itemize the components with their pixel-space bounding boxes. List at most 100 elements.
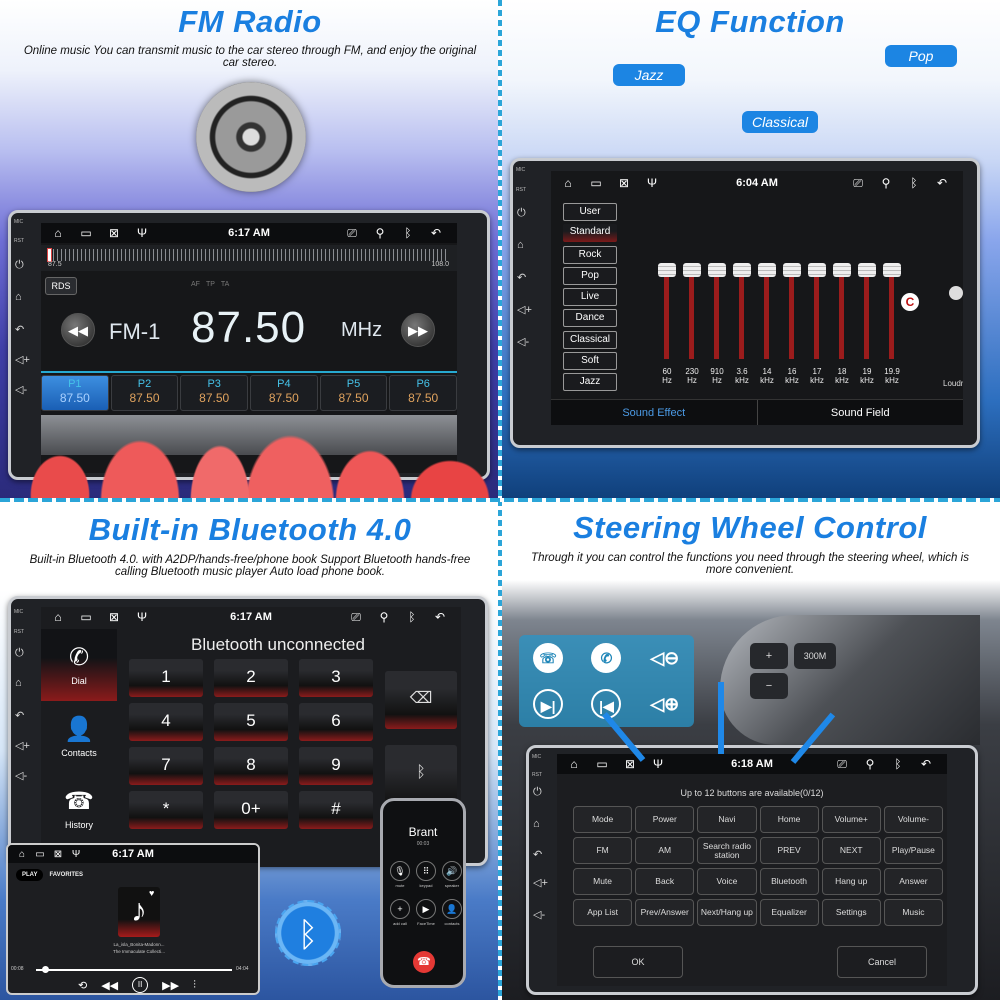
swc-function-equalizer[interactable]: Equalizer bbox=[759, 899, 819, 926]
nav-contacts[interactable]: 👤 Contacts bbox=[41, 701, 117, 773]
cancel-button[interactable]: Cancel bbox=[837, 946, 927, 978]
volume-down-icon[interactable]: ◁- bbox=[533, 908, 545, 921]
back-icon[interactable]: ↶ bbox=[427, 226, 445, 241]
phone-keypad-button[interactable]: ⠿ bbox=[416, 861, 436, 881]
close-app-icon[interactable]: ⊠ bbox=[615, 176, 633, 190]
back-icon[interactable]: ↶ bbox=[517, 271, 526, 284]
volume-up-icon[interactable]: ◁+ bbox=[15, 353, 30, 366]
equalizer-icon[interactable]: ⫶ bbox=[193, 979, 196, 992]
seek-back-button[interactable]: ◀◀ bbox=[61, 313, 95, 347]
swc-function-search-radio-station[interactable]: Search radio station bbox=[697, 837, 757, 864]
keypad-key[interactable]: 3 bbox=[299, 659, 373, 697]
cast-icon[interactable]: ⎚ bbox=[343, 226, 361, 241]
swc-function-power[interactable]: Power bbox=[635, 806, 695, 833]
rst-button[interactable]: RST bbox=[14, 238, 24, 244]
eq-preset-classical[interactable]: Classical bbox=[563, 330, 617, 349]
volume-down-icon[interactable]: ◁- bbox=[15, 769, 27, 782]
rst-button[interactable]: RST bbox=[14, 629, 24, 635]
slider-thumb[interactable] bbox=[658, 263, 676, 277]
ok-button[interactable]: OK bbox=[593, 946, 683, 978]
recent-apps-icon[interactable]: ▭ bbox=[77, 610, 95, 624]
keypad-key[interactable]: 8 bbox=[214, 747, 288, 785]
close-app-icon[interactable]: ⊠ bbox=[52, 849, 64, 860]
swc-function-volume-[interactable]: Volume- bbox=[883, 806, 943, 833]
home-icon[interactable]: ⌂ bbox=[517, 239, 524, 251]
home-icon[interactable]: ⌂ bbox=[49, 226, 67, 240]
swc-function-next[interactable]: NEXT bbox=[821, 837, 881, 864]
swc-function-fm[interactable]: FM bbox=[573, 837, 633, 864]
progress-handle[interactable] bbox=[41, 966, 49, 973]
eq-preset-rock[interactable]: Rock bbox=[563, 245, 617, 264]
slider-thumb[interactable] bbox=[783, 263, 801, 277]
repeat-icon[interactable]: ⟲ bbox=[78, 979, 87, 992]
swc-function-back[interactable]: Back bbox=[635, 868, 695, 895]
tuner-handle[interactable] bbox=[47, 248, 52, 262]
home-icon[interactable]: ⌂ bbox=[15, 291, 22, 303]
eq-preset-soft[interactable]: Soft bbox=[563, 352, 617, 371]
back-icon[interactable]: ↶ bbox=[431, 610, 449, 625]
backspace-button[interactable]: ⌫ bbox=[385, 671, 457, 729]
nav-dial[interactable]: ✆ Dial bbox=[41, 629, 117, 701]
rds-button[interactable]: RDS bbox=[45, 277, 77, 295]
close-app-icon[interactable]: ⊠ bbox=[621, 757, 639, 771]
loudness-reset-button[interactable]: C bbox=[901, 293, 919, 311]
slider-thumb[interactable] bbox=[758, 263, 776, 277]
close-app-icon[interactable]: ⊠ bbox=[105, 610, 123, 624]
swc-function-next-hang-up[interactable]: Next/Hang up bbox=[697, 899, 757, 926]
recent-apps-icon[interactable]: ▭ bbox=[77, 226, 95, 240]
eq-preset-pop[interactable]: Pop bbox=[563, 266, 617, 285]
back-icon[interactable]: ↶ bbox=[15, 709, 24, 722]
back-icon[interactable]: ↶ bbox=[933, 176, 951, 191]
volume-up-icon[interactable]: ◁+ bbox=[533, 876, 548, 889]
eq-preset-standard[interactable]: Standard bbox=[563, 224, 617, 243]
slider-thumb[interactable] bbox=[883, 263, 901, 277]
frequency-tuner[interactable]: 87.5 108.0 bbox=[41, 245, 457, 271]
home-icon[interactable]: ⌂ bbox=[16, 849, 28, 860]
slider-thumb[interactable] bbox=[708, 263, 726, 277]
slider-thumb[interactable] bbox=[858, 263, 876, 277]
phone-add-call-button[interactable]: + bbox=[390, 899, 410, 919]
keypad-key[interactable]: 4 bbox=[129, 703, 203, 741]
power-icon[interactable]: ⏻ bbox=[517, 207, 526, 220]
keypad-key[interactable]: 5 bbox=[214, 703, 288, 741]
swc-function-answer[interactable]: Answer bbox=[883, 868, 943, 895]
phone-mute-button[interactable]: 🎙 bbox=[390, 861, 410, 881]
back-icon[interactable]: ↶ bbox=[15, 323, 24, 336]
back-icon[interactable]: ↶ bbox=[533, 848, 542, 861]
slider-thumb[interactable] bbox=[733, 263, 751, 277]
swc-function-mode[interactable]: Mode bbox=[573, 806, 633, 833]
swc-function-play-pause[interactable]: Play/Pause bbox=[883, 837, 943, 864]
progress-slider[interactable] bbox=[36, 966, 232, 973]
keypad-key[interactable]: 1 bbox=[129, 659, 203, 697]
recent-apps-icon[interactable]: ▭ bbox=[587, 176, 605, 190]
phone-facetime-button[interactable]: ▶ bbox=[416, 899, 436, 919]
volume-down-icon[interactable]: ◁- bbox=[15, 383, 27, 396]
swc-function-app-list[interactable]: App List bbox=[573, 899, 633, 926]
phone-contacts-button[interactable]: 👤 bbox=[442, 899, 462, 919]
hang-up-button[interactable]: ☎ bbox=[413, 951, 435, 973]
slider-thumb[interactable] bbox=[833, 263, 851, 277]
cast-icon[interactable]: ⎚ bbox=[849, 176, 867, 191]
eq-preset-user[interactable]: User bbox=[563, 203, 617, 221]
eq-preset-dance[interactable]: Dance bbox=[563, 309, 617, 328]
swc-function-home[interactable]: Home bbox=[759, 806, 819, 833]
keypad-key[interactable]: 2 bbox=[214, 659, 288, 697]
rst-button[interactable]: RST bbox=[532, 772, 542, 778]
keypad-key[interactable]: # bbox=[299, 791, 373, 829]
swc-function-prev[interactable]: PREV bbox=[759, 837, 819, 864]
swc-function-navi[interactable]: Navi bbox=[697, 806, 757, 833]
rst-button[interactable]: RST bbox=[516, 187, 526, 193]
home-icon[interactable]: ⌂ bbox=[533, 818, 540, 830]
recent-apps-icon[interactable]: ▭ bbox=[34, 849, 46, 860]
previous-icon[interactable]: ◀◀ bbox=[101, 979, 118, 992]
eq-preset-live[interactable]: Live bbox=[563, 288, 617, 307]
swc-function-voice[interactable]: Voice bbox=[697, 868, 757, 895]
power-icon[interactable]: ⏻ bbox=[15, 259, 24, 272]
volume-up-icon[interactable]: ◁+ bbox=[15, 739, 30, 752]
keypad-key[interactable]: 9 bbox=[299, 747, 373, 785]
volume-up-icon[interactable]: ◁+ bbox=[517, 303, 532, 316]
keypad-key[interactable]: 0+ bbox=[214, 791, 288, 829]
loudness-toggle[interactable] bbox=[949, 286, 963, 300]
tab-sound-effect[interactable]: Sound Effect bbox=[551, 400, 758, 425]
cast-icon[interactable]: ⎚ bbox=[833, 757, 851, 772]
